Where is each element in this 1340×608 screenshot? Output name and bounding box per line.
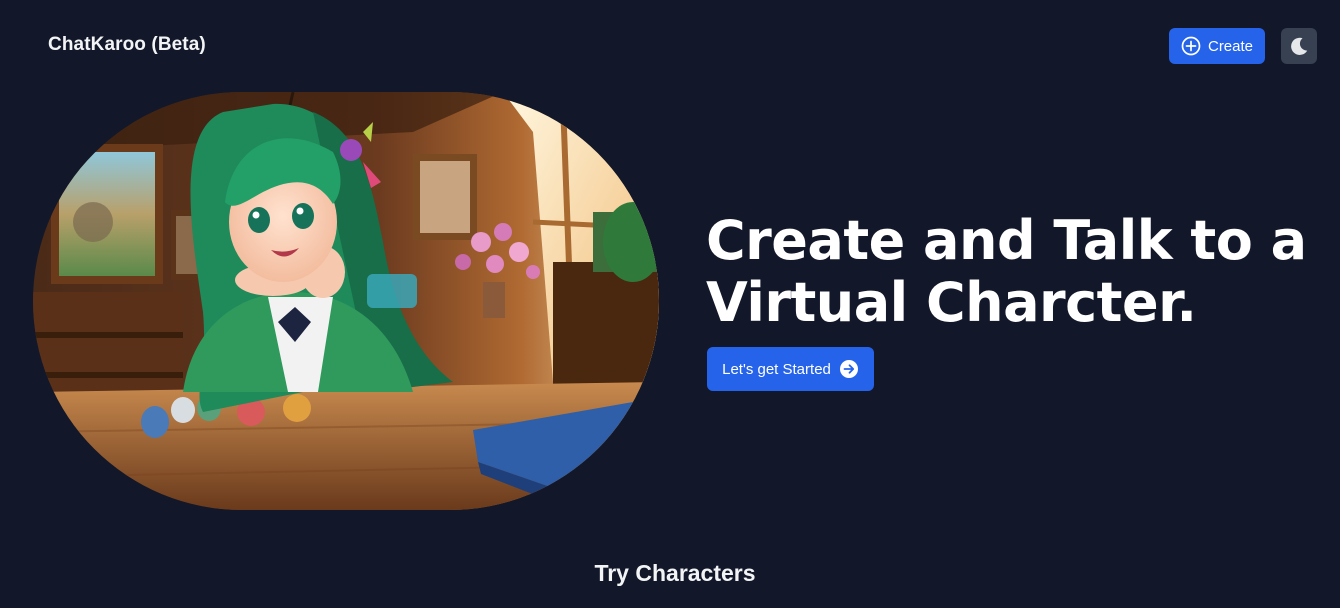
hero-illustration (33, 92, 659, 510)
page: ChatKaroo (Beta) Create Create and Talk … (0, 0, 1340, 608)
hero-title: Create and Talk to a Virtual Charcter. (706, 209, 1307, 334)
create-button-label: Create (1207, 37, 1254, 55)
moon-icon (1288, 35, 1310, 57)
get-started-label: Let's get Started (722, 360, 831, 378)
get-started-button[interactable]: Let's get Started (707, 347, 874, 391)
theme-toggle-button[interactable] (1281, 28, 1317, 64)
create-button[interactable]: Create (1169, 28, 1265, 64)
plus-circle-icon (1181, 36, 1201, 56)
hero-image (33, 92, 659, 510)
try-characters-heading: Try Characters (594, 560, 756, 586)
top-nav: ChatKaroo (Beta) Create (0, 0, 1340, 92)
arrow-right-circle-icon (839, 359, 859, 379)
brand-title[interactable]: ChatKaroo (Beta) (48, 34, 206, 56)
